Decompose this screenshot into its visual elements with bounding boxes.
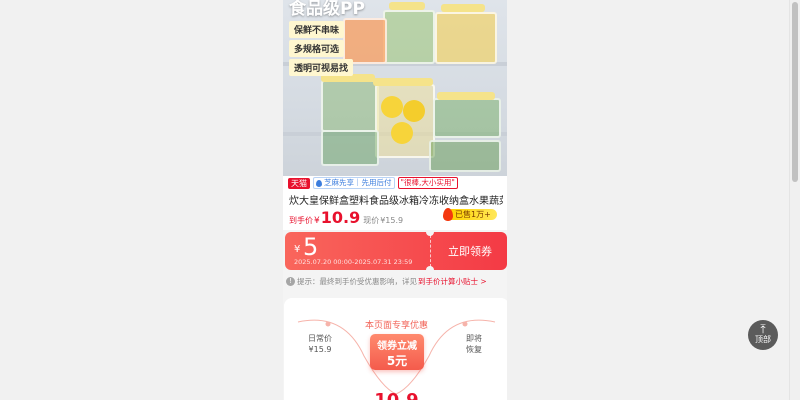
coupon-divider [430, 235, 431, 267]
credit-badge-label: 芝麻先享｜先用后付 [324, 178, 392, 187]
price-tip: ! 提示：最终到手价受优惠影响，详见 到手价计算小贴士 > [286, 276, 487, 287]
container-lemons [375, 84, 435, 158]
final-price: 10.9 [320, 208, 361, 227]
page-scrollbar[interactable] [789, 0, 800, 400]
claim-coupon-button[interactable]: 立即领券 [433, 232, 507, 270]
promo-card: 本页面专享优惠 日常价 ¥15.9 领券立减 5元 即将 恢复 10.9 [284, 298, 507, 400]
feature-tag: 多规格可选 [289, 40, 345, 57]
current-price: ¥15.9 [380, 216, 404, 225]
back-to-top-label: 顶部 [755, 335, 771, 344]
tip-link[interactable]: 到手价计算小贴士 > [418, 276, 487, 287]
container-cucumbers [429, 140, 501, 172]
tmall-badge: 天猫 [288, 177, 310, 189]
currency-symbol: ¥ [314, 216, 320, 226]
coupon-period: 2025.07.20 00:00-2025.07.31 23:59 [294, 258, 413, 266]
review-badge: "很棒,大小实用" [397, 177, 458, 189]
lemon [381, 96, 403, 118]
feature-tag: 保鲜不串味 [289, 21, 345, 38]
credit-badge: 芝麻先享｜先用后付 [313, 177, 395, 189]
coupon-card[interactable]: ¥ 5 2025.07.20 00:00-2025.07.31 23:59 立即… [285, 232, 507, 270]
daily-price-label: 日常价 [308, 334, 332, 343]
feature-tag: 透明可视易找 [289, 59, 354, 76]
product-image[interactable]: 食品级PP 保鲜不串味 多规格可选 透明可视易找 [283, 0, 507, 176]
zhima-icon [316, 179, 322, 187]
discount-label: 领券立减 [377, 341, 417, 352]
promo-final-price: 10.9 [284, 390, 507, 400]
lemon [391, 122, 413, 144]
container-greens [321, 80, 379, 132]
container-limes [321, 130, 379, 166]
coupon-amount: 5 [303, 233, 319, 261]
container-broccoli [433, 98, 501, 138]
product-page: 食品级PP 保鲜不串味 多规格可选 透明可视易找 天猫 芝麻先享｜先用后付 "很… [283, 0, 507, 400]
product-info-card[interactable]: 天猫 芝麻先享｜先用后付 "很棒,大小实用" 炊大皇保鲜盒塑料食品级冰箱冷冻收纳… [283, 176, 507, 230]
price-row: 到手价 ¥ 10.9 现价 ¥15.9 [289, 208, 403, 227]
sold-badge: 已售1万+ [443, 208, 497, 221]
current-price-label: 现价 [363, 216, 380, 225]
discount-amount: 5元 [386, 354, 408, 368]
container-lid [441, 4, 485, 12]
scrollbar-thumb[interactable] [792, 2, 798, 182]
container-carrots [343, 18, 387, 64]
discount-badge: 领券立减 5元 [370, 334, 424, 370]
final-price-label: 到手价 [289, 216, 313, 225]
info-icon: ! [286, 277, 295, 286]
restore-line2: 恢复 [466, 345, 482, 354]
daily-price-block: 日常价 ¥15.9 [298, 333, 342, 355]
promo-title: 本页面专享优惠 [364, 321, 428, 331]
badge-row: 天猫 芝麻先享｜先用后付 "很棒,大小实用" [288, 177, 458, 189]
lemon [403, 100, 425, 122]
container-lid [389, 2, 425, 10]
container-cucumbers [383, 10, 435, 64]
image-title: 食品级PP [289, 0, 365, 19]
coupon-currency: ¥ [294, 244, 301, 255]
flame-icon [443, 208, 453, 221]
sold-count: 已售1万+ [451, 209, 497, 220]
arrow-up-icon: ⤒ [760, 322, 766, 336]
container-corn [435, 12, 497, 64]
product-title[interactable]: 炊大皇保鲜盒塑料食品级冰箱冷冻收纳盒水果蔬菜... [289, 192, 503, 207]
restore-block: 即将 恢复 [452, 333, 496, 355]
back-to-top-button[interactable]: ⤒ 顶部 [748, 320, 778, 350]
tip-text: 提示：最终到手价受优惠影响，详见 [297, 277, 417, 286]
container-lid [373, 78, 433, 86]
restore-line1: 即将 [466, 334, 482, 343]
daily-price-value: ¥15.9 [308, 345, 332, 354]
container-lid [437, 92, 495, 100]
